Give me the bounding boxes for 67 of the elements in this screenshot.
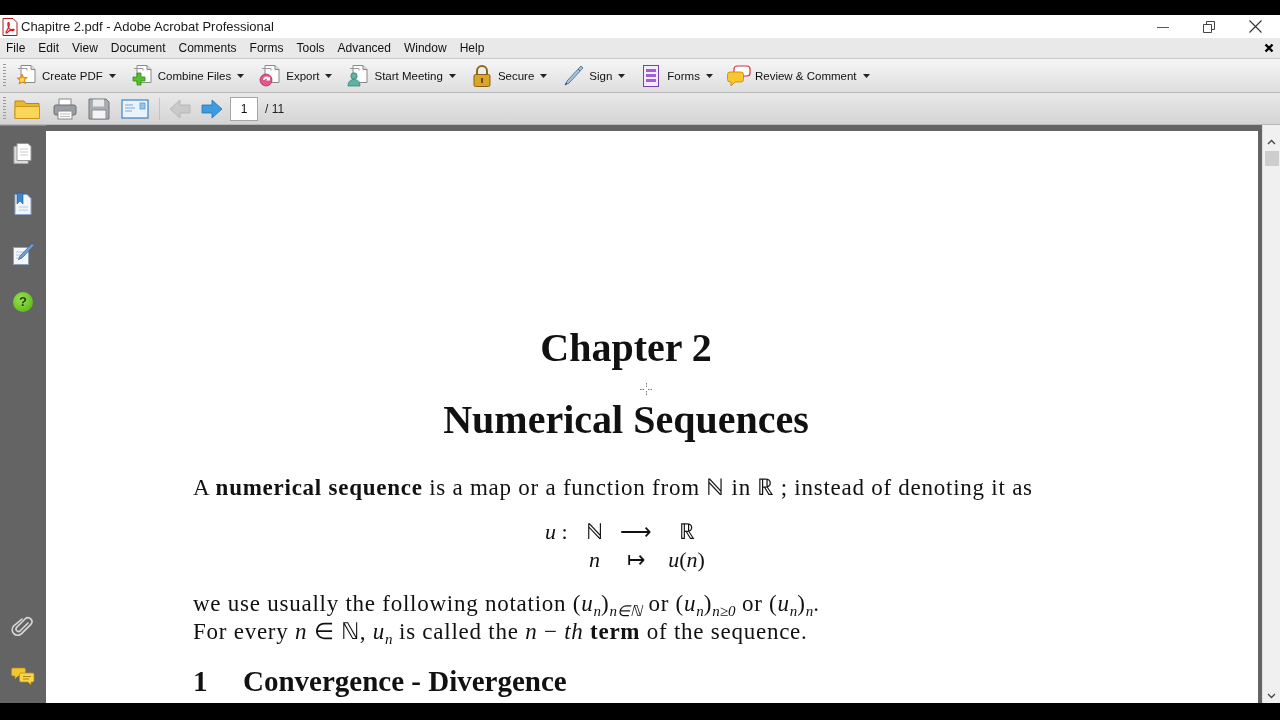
toolbar-menu-button[interactable]: Forms bbox=[638, 60, 714, 91]
scrollbar-thumb[interactable] bbox=[1264, 151, 1279, 166]
toolbar-menu-button[interactable]: Export bbox=[257, 60, 334, 91]
chevron-up-icon bbox=[1267, 139, 1276, 145]
document-pen-icon[interactable] bbox=[11, 242, 35, 266]
toolbar-menu-button[interactable]: Create PDF bbox=[13, 60, 117, 91]
math-arrow: ⟶ bbox=[619, 518, 652, 546]
document-arrow-icon bbox=[258, 63, 283, 88]
caret-icon bbox=[705, 73, 713, 78]
math-expression: ℝ bbox=[678, 518, 695, 546]
page-count: / 11 bbox=[265, 101, 285, 116]
menu-item[interactable]: View bbox=[65, 39, 105, 57]
pages-icon[interactable] bbox=[11, 142, 35, 166]
math-expression: ℕ bbox=[586, 518, 603, 546]
document-plus-icon bbox=[129, 63, 154, 88]
printer-icon[interactable] bbox=[53, 97, 77, 120]
caret-icon bbox=[108, 73, 116, 78]
toolbar-menu-button[interactable]: Review & Comment bbox=[725, 60, 871, 91]
caret-icon bbox=[325, 73, 333, 78]
menu-item[interactable]: Help bbox=[453, 39, 491, 57]
section-heading: Convergence - Divergence bbox=[243, 666, 567, 696]
page-number-field[interactable]: 1 bbox=[230, 96, 258, 121]
menu-item[interactable]: Edit bbox=[31, 39, 66, 57]
window-title: Chapitre 2.pdf - Adobe Acrobat Professional bbox=[21, 19, 274, 34]
speech-bubbles-icon bbox=[726, 63, 751, 88]
envelope-icon[interactable] bbox=[121, 97, 149, 120]
close-icon[interactable] bbox=[1249, 20, 1262, 33]
help-button[interactable]: ? bbox=[13, 292, 33, 312]
toolbar-menu-button[interactable]: Sign bbox=[560, 60, 627, 91]
toolbar-menu-button[interactable]: Combine Files bbox=[128, 60, 246, 91]
caret-icon bbox=[862, 73, 870, 78]
text-line: For every n ∈ ℕ, u$_{n}$ is called the n − th term of the sequence. bbox=[193, 618, 809, 646]
paperclip-icon[interactable] bbox=[11, 615, 35, 639]
paragraph: A numerical sequence is a map or a function from ℕ in ℝ ; instead of denoting it as bbox=[193, 474, 1034, 502]
chapter-title: Numerical Sequences bbox=[442, 397, 810, 443]
chapter-heading: Chapter 2 bbox=[539, 325, 713, 371]
toolbar-grip[interactable] bbox=[3, 63, 6, 88]
caret-icon bbox=[618, 73, 626, 78]
math-expression: u(n) bbox=[668, 546, 705, 574]
caret-icon bbox=[448, 73, 456, 78]
math-expression: u : bbox=[543, 518, 569, 546]
document-person-icon bbox=[346, 63, 371, 88]
text-line: we use usually the following notation (u$_{n}$)$_{n∈ℕ}$ or (u$_{n}$)$_{n≥0}$ or (u$_{n}$)$_{n}$. bbox=[193, 590, 821, 618]
menu-item[interactable]: Advanced bbox=[331, 39, 398, 57]
caret-icon bbox=[237, 73, 245, 78]
restore-icon[interactable] bbox=[1203, 20, 1215, 33]
pen-icon bbox=[561, 63, 586, 88]
caret-icon bbox=[540, 73, 548, 78]
menu-item[interactable]: Tools bbox=[290, 39, 332, 57]
toolbar-menu-button[interactable]: Secure bbox=[468, 60, 549, 91]
document-star-icon bbox=[14, 63, 38, 88]
toolbar-menu-button[interactable]: Start Meeting bbox=[345, 60, 457, 91]
bookmark-icon[interactable] bbox=[11, 192, 35, 216]
right-arrow-icon[interactable] bbox=[201, 97, 223, 120]
crosshair-cursor-icon bbox=[640, 383, 653, 396]
menu-item[interactable]: File bbox=[0, 39, 32, 57]
close-icon[interactable] bbox=[1264, 43, 1274, 53]
menu-item[interactable]: Window bbox=[397, 39, 454, 57]
math-arrow: ↦ bbox=[626, 546, 645, 574]
menu-item[interactable]: Forms bbox=[243, 39, 291, 57]
section-number: 1 bbox=[193, 666, 209, 696]
math-expression: n bbox=[589, 546, 600, 574]
menu-item[interactable]: Document bbox=[104, 39, 173, 57]
chevron-down-icon bbox=[1267, 693, 1276, 699]
folder-icon[interactable] bbox=[14, 97, 42, 120]
toolbar-grip[interactable] bbox=[3, 96, 6, 121]
menu-item[interactable]: Comments bbox=[172, 39, 244, 57]
